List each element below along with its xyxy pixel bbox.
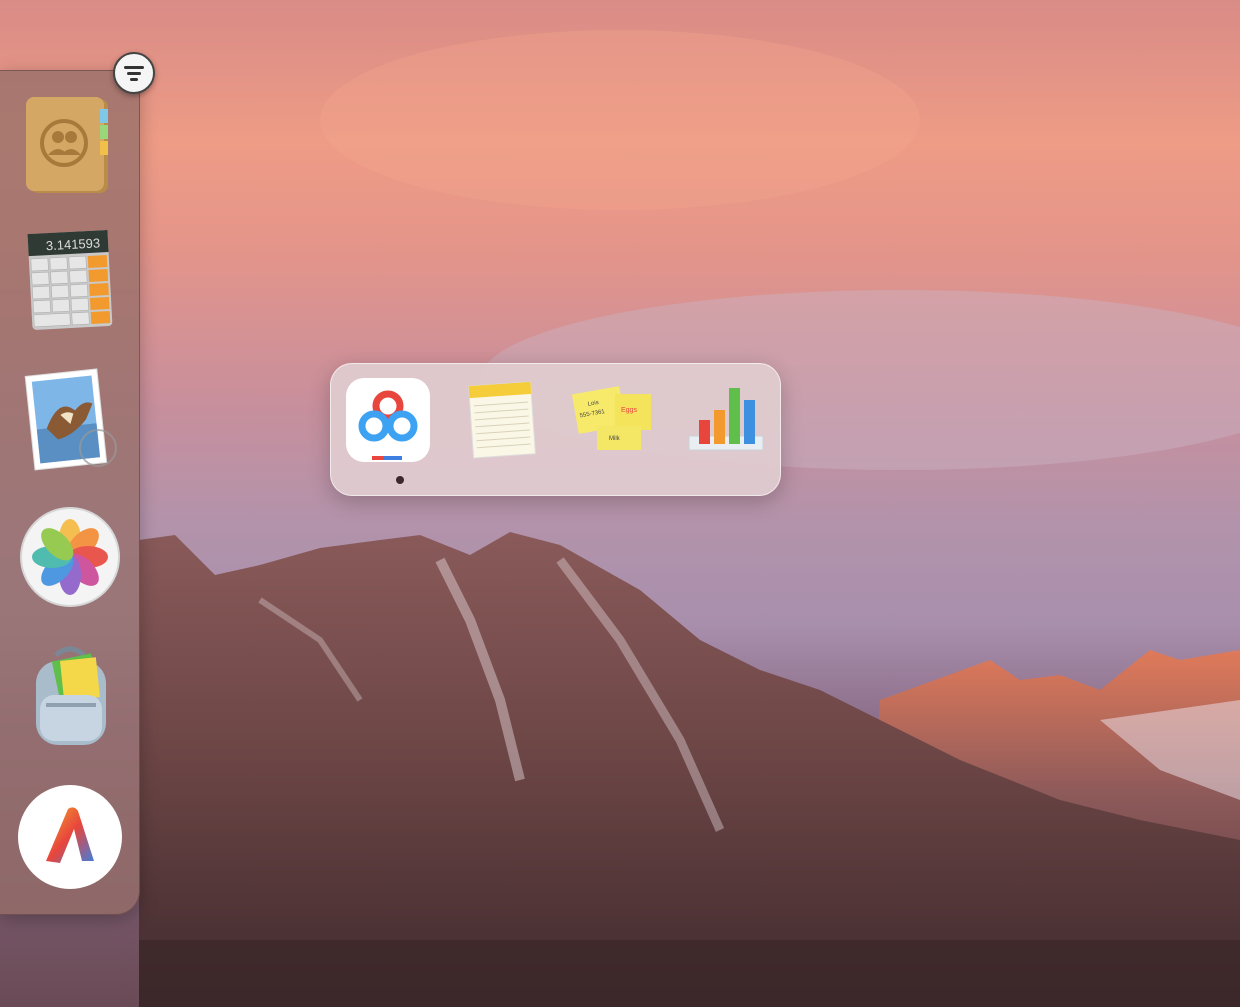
baidu-netdisk-app-icon[interactable] <box>344 376 432 484</box>
contacts-app-icon[interactable] <box>16 91 124 199</box>
calculator-display: 3.141593 <box>46 235 101 253</box>
desktop-wallpaper <box>139 30 1240 1007</box>
numbers-app-icon[interactable] <box>681 376 769 464</box>
menu-button[interactable] <box>113 52 155 94</box>
sticky-text-eggs: Eggs <box>621 407 637 414</box>
calculator-app-icon[interactable]: 3.141593 <box>16 226 124 334</box>
sticky-text-milk: Milk <box>609 436 621 442</box>
notes-app-icon[interactable] <box>457 376 545 464</box>
side-dock: 3.141593 <box>0 70 140 915</box>
filter-list-icon <box>124 66 144 81</box>
backpack-app-icon[interactable] <box>16 643 124 751</box>
airdroid-app-icon[interactable] <box>16 783 124 891</box>
running-indicator <box>396 476 404 484</box>
mail-app-icon[interactable] <box>16 366 124 474</box>
photos-app-icon[interactable] <box>16 503 124 611</box>
folder-popup: Lois 555-7361 Eggs Milk <box>330 363 781 496</box>
stickies-app-icon[interactable]: Lois 555-7361 Eggs Milk <box>569 376 657 464</box>
